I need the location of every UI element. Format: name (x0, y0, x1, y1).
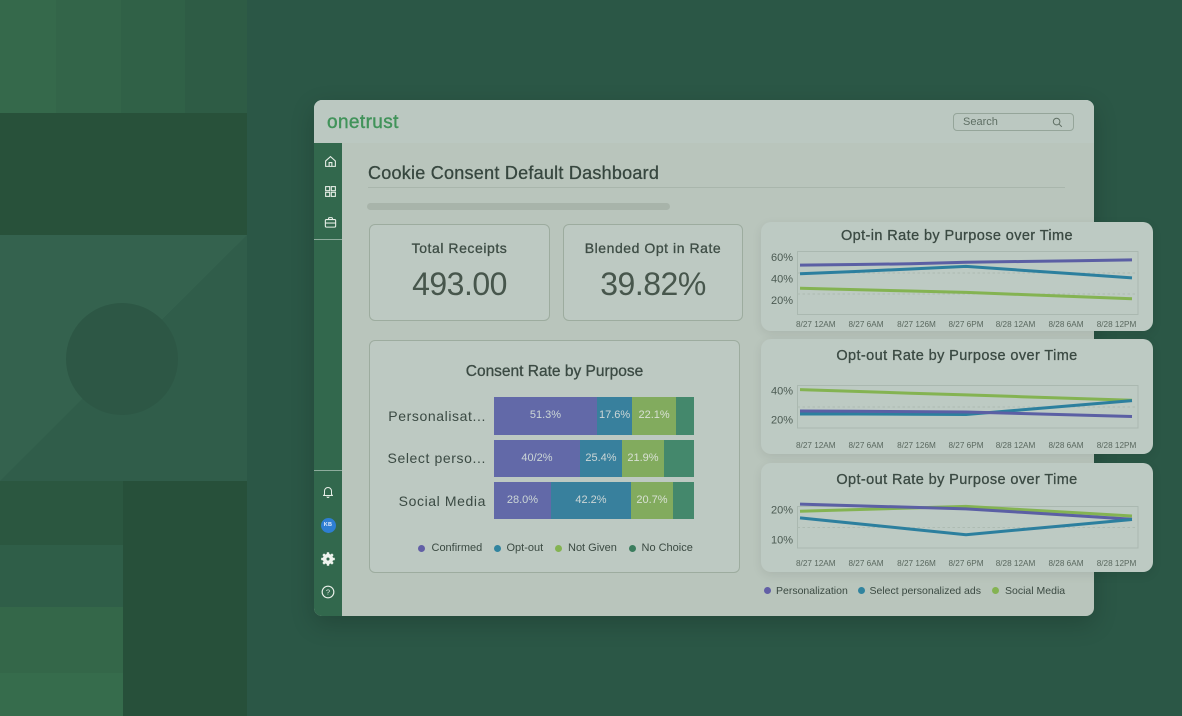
svg-text:8/27 12AM: 8/27 12AM (796, 441, 836, 450)
svg-text:10%: 10% (771, 535, 793, 547)
svg-text:?: ? (326, 588, 330, 597)
svg-text:8/27 126M: 8/27 126M (897, 320, 936, 329)
svg-text:40%: 40% (771, 386, 793, 398)
svg-text:8/27 6PM: 8/27 6PM (948, 441, 983, 450)
svg-text:8/28 12AM: 8/28 12AM (996, 320, 1036, 329)
svg-text:8/27 126M: 8/27 126M (897, 559, 936, 568)
svg-text:8/27 6AM: 8/27 6AM (848, 559, 883, 568)
svg-text:8/27 6PM: 8/27 6PM (948, 320, 983, 329)
svg-text:8/28 12PM: 8/28 12PM (1097, 441, 1137, 450)
svg-text:60%: 60% (771, 252, 793, 264)
svg-text:20%: 20% (771, 295, 793, 307)
svg-text:8/27 12AM: 8/27 12AM (796, 320, 836, 329)
svg-text:8/28 6AM: 8/28 6AM (1048, 559, 1083, 568)
svg-text:40%: 40% (771, 274, 793, 286)
svg-text:8/28 12AM: 8/28 12AM (996, 559, 1036, 568)
svg-text:8/27 6AM: 8/27 6AM (848, 441, 883, 450)
svg-text:20%: 20% (771, 505, 793, 517)
svg-text:8/28 6AM: 8/28 6AM (1048, 320, 1083, 329)
svg-text:8/27 6AM: 8/27 6AM (848, 320, 883, 329)
svg-text:8/28 12PM: 8/28 12PM (1097, 320, 1137, 329)
svg-text:8/28 12PM: 8/28 12PM (1097, 559, 1137, 568)
svg-text:8/28 6AM: 8/28 6AM (1048, 441, 1083, 450)
svg-text:8/27 126M: 8/27 126M (897, 441, 936, 450)
svg-text:8/27 6PM: 8/27 6PM (948, 559, 983, 568)
svg-text:8/28 12AM: 8/28 12AM (996, 441, 1036, 450)
svg-text:8/27 12AM: 8/27 12AM (796, 559, 836, 568)
svg-text:20%: 20% (771, 415, 793, 427)
